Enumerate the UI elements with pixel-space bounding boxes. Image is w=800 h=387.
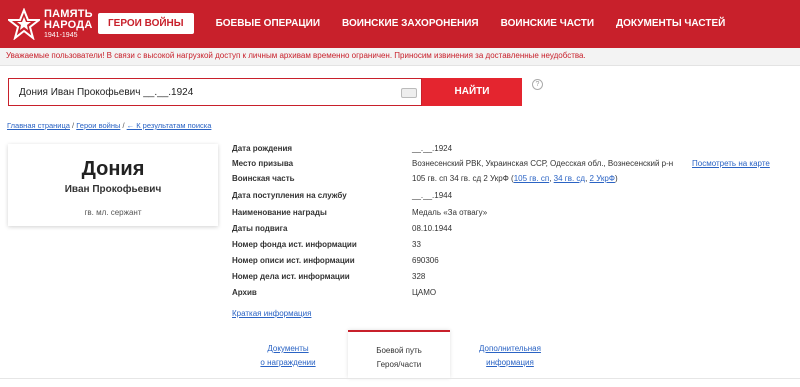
search-input[interactable]: [19, 79, 399, 105]
unit-text-end: ): [614, 174, 618, 183]
nav-item-heroes[interactable]: ГЕРОИ ВОЙНЫ: [98, 12, 194, 34]
info-value: Медаль «За отвагу»: [412, 208, 488, 217]
person-name: Иван Прокофьевич: [64, 184, 162, 195]
info-value: ЦАМО: [412, 288, 437, 297]
top-header: ПАМЯТЬ НАРОДА 1941-1945 ГЕРОИ ВОЙНЫ БОЕВ…: [0, 0, 800, 48]
info-value: 690306: [412, 256, 439, 265]
divider: [0, 378, 800, 379]
site-logo[interactable]: ПАМЯТЬ НАРОДА 1941-1945: [8, 6, 93, 42]
help-icon[interactable]: ?: [532, 79, 543, 90]
tab-label-line-1: Дополнительная: [479, 344, 541, 353]
unit-link-regiment[interactable]: 105 гв. сп: [514, 174, 550, 183]
nav-item-unit-documents[interactable]: ДОКУМЕНТЫ ЧАСТЕЙ: [616, 18, 725, 29]
info-value: 33: [412, 240, 421, 249]
info-value: 08.10.1944: [412, 224, 453, 233]
info-label: Воинская часть: [232, 174, 295, 183]
search-button[interactable]: НАЙТИ: [422, 78, 522, 106]
notice-text: Уважаемые пользователи! В связи с высоко…: [6, 51, 586, 60]
info-label: Даты подвига: [232, 224, 288, 233]
info-value: Вознесенский РВК, Украинская ССР, Одесск…: [412, 159, 674, 168]
info-label: Дата рождения: [232, 144, 293, 153]
person-card: Дония Иван Прокофьевич гв. мл. сержант: [8, 144, 218, 226]
breadcrumb: Главная страница / Герои войны / ← К рез…: [7, 121, 211, 130]
back-to-results-link[interactable]: ← К результатам поиска: [127, 121, 212, 130]
info-value: __.__.1924: [412, 144, 453, 153]
main-nav: ГЕРОИ ВОЙНЫ БОЕВЫЕ ОПЕРАЦИИ ВОИНСКИЕ ЗАХ…: [98, 12, 747, 34]
info-value: 105 гв. сп 34 гв. сд 2 УкрФ (105 гв. сп,…: [412, 174, 618, 183]
tab-label-line-2: информация: [486, 358, 534, 367]
notice-bar: Уважаемые пользователи! В связи с высоко…: [0, 48, 800, 66]
show-on-map-link[interactable]: Посмотреть на карте: [692, 159, 770, 168]
info-label: Наименование награды: [232, 208, 327, 217]
tab-additional-info[interactable]: Дополнительная информация: [459, 330, 561, 378]
info-label: Номер описи ист. информации: [232, 256, 355, 265]
person-rank: гв. мл. сержант: [84, 208, 142, 217]
breadcrumb-home[interactable]: Главная страница: [7, 121, 70, 130]
tab-label-line-2: о награждении: [260, 358, 316, 367]
nav-item-units[interactable]: ВОИНСКИЕ ЧАСТИ: [501, 18, 594, 29]
info-value: 328: [412, 272, 426, 281]
info-label: Номер фонда ист. информации: [232, 240, 357, 249]
unit-text: 105 гв. сп 34 гв. сд 2 УкрФ (: [412, 174, 514, 183]
tab-label-line-1: Документы: [267, 344, 309, 353]
search-box: [8, 78, 422, 106]
keyboard-icon[interactable]: [401, 88, 417, 98]
tab-label-line-1: Боевой путь: [376, 346, 422, 355]
info-label: Место призыва: [232, 159, 294, 168]
info-label: Архив: [232, 288, 257, 297]
logo-line-2: НАРОДА: [44, 19, 93, 31]
tab-label-line-2: Героя/части: [376, 360, 422, 369]
breadcrumb-heroes[interactable]: Герои войны: [76, 121, 120, 130]
star-icon: [8, 8, 40, 40]
unit-link-front[interactable]: 2 УкрФ: [590, 174, 615, 183]
info-label: Дата поступления на службу: [232, 191, 347, 200]
person-surname: Дония: [81, 158, 145, 180]
unit-link-division[interactable]: 34 гв. сд: [554, 174, 585, 183]
nav-item-operations[interactable]: БОЕВЫЕ ОПЕРАЦИИ: [216, 18, 320, 29]
info-label: Номер дела ист. информации: [232, 272, 350, 281]
brief-info-link[interactable]: Краткая информация: [232, 309, 311, 318]
info-value: __.__.1944: [412, 191, 453, 200]
tab-award-documents[interactable]: Документы о награждении: [237, 330, 339, 378]
nav-item-burials[interactable]: ВОИНСКИЕ ЗАХОРОНЕНИЯ: [342, 18, 479, 29]
logo-text: ПАМЯТЬ НАРОДА 1941-1945: [44, 9, 93, 40]
tab-combat-path[interactable]: Боевой путь Героя/части: [348, 330, 450, 378]
logo-years: 1941-1945: [44, 32, 78, 39]
